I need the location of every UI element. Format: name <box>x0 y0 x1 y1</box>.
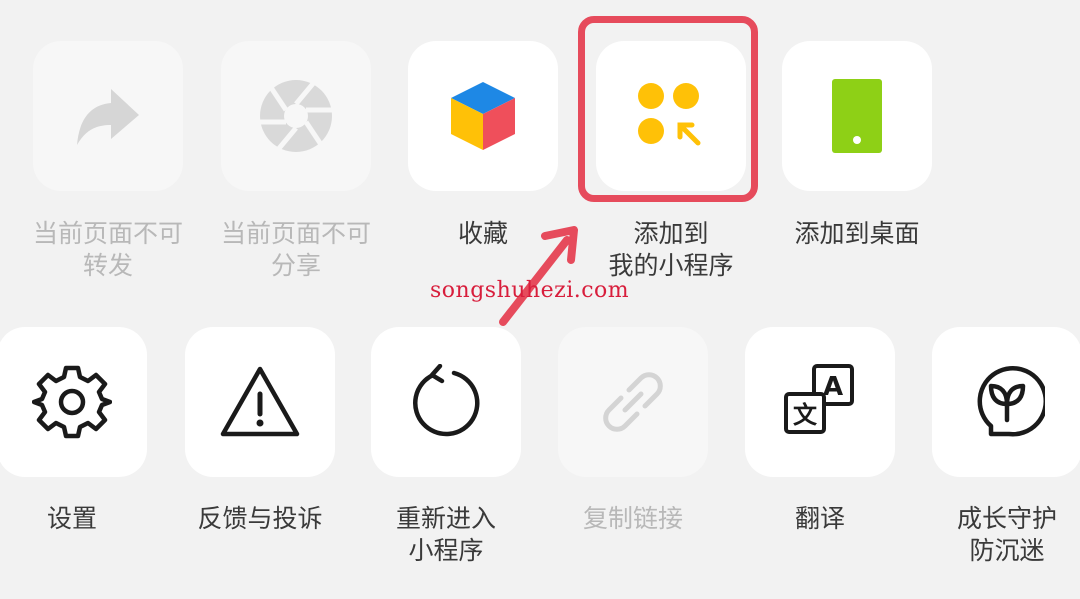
link-icon <box>603 372 663 432</box>
gear-icon <box>32 365 112 439</box>
growth-guard-label: 成长守护 防沉迷 <box>956 504 1057 565</box>
translate-button[interactable]: A 文 <box>745 327 895 477</box>
favorite-label: 收藏 <box>457 219 508 248</box>
watermark-text: songshuhezi.com <box>430 278 630 303</box>
favorite-button[interactable] <box>408 41 558 191</box>
sprout-icon <box>977 365 1045 437</box>
settings-label: 设置 <box>46 504 97 533</box>
settings-button[interactable] <box>0 327 147 477</box>
mini-program-add-icon <box>638 83 701 146</box>
share-label: 当前页面不可 分享 <box>220 219 371 280</box>
add-to-desktop-button[interactable] <box>782 41 932 191</box>
reenter-miniprogram-button[interactable] <box>371 327 521 477</box>
add-to-desktop-label: 添加到桌面 <box>794 219 920 248</box>
reload-icon <box>413 364 480 437</box>
feedback-label: 反馈与投诉 <box>197 504 323 533</box>
share-button[interactable] <box>221 41 371 191</box>
phone-desktop-icon <box>832 79 882 153</box>
svg-text:文: 文 <box>793 401 818 429</box>
reenter-miniprogram-label: 重新进入 小程序 <box>395 504 496 565</box>
translate-label: 翻译 <box>794 504 845 533</box>
forward-button[interactable] <box>33 41 183 191</box>
translate-icon: A 文 <box>784 364 854 434</box>
warning-triangle-icon <box>220 366 300 437</box>
forward-arrow-icon <box>77 89 139 145</box>
shutter-share-icon <box>258 78 334 154</box>
share-menu-panel: 当前页面不可 转发 当前页面不可 分享 收藏 添加到 我的小程序 添加到桌面 设… <box>0 0 1080 599</box>
copy-link-button[interactable] <box>558 327 708 477</box>
colorful-cube-icon <box>451 82 515 150</box>
add-to-my-miniprogram-button[interactable] <box>596 41 746 191</box>
feedback-button[interactable] <box>185 327 335 477</box>
copy-link-label: 复制链接 <box>582 504 683 533</box>
growth-guard-button[interactable] <box>932 327 1080 477</box>
add-to-my-miniprogram-label: 添加到 我的小程序 <box>608 219 734 280</box>
forward-label: 当前页面不可 转发 <box>32 219 183 280</box>
